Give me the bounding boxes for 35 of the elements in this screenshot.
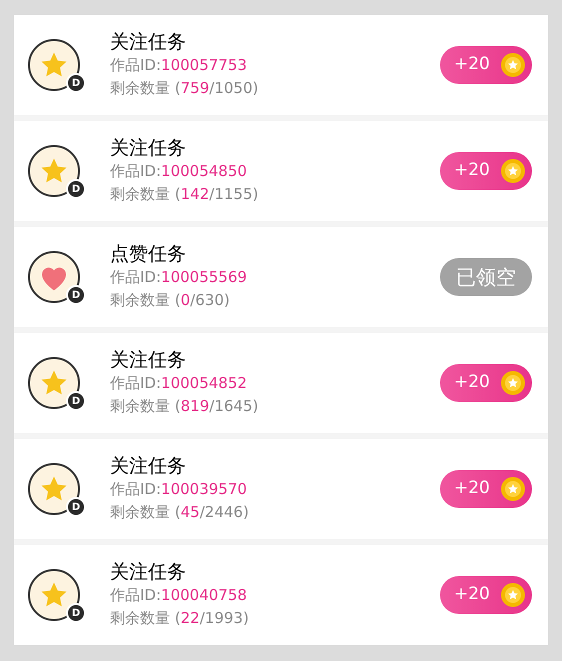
task-title: 关注任务 <box>110 348 187 372</box>
work-id: 作品ID:100039570 <box>110 478 248 500</box>
reward-button[interactable]: +20 <box>440 470 532 508</box>
work-id: 作品ID:100040758 <box>110 584 248 606</box>
coin-icon <box>500 158 526 184</box>
coin-icon <box>500 370 526 396</box>
work-id: 作品ID:100055569 <box>110 266 248 288</box>
work-id: 作品ID:100057753 <box>110 54 248 76</box>
reward-button[interactable]: +20 <box>440 576 532 614</box>
coin-icon <box>500 476 526 502</box>
work-id: 作品ID:100054852 <box>110 372 248 394</box>
coin-icon <box>500 582 526 608</box>
remaining-count: 剩余数量 (22/1993) <box>110 608 250 628</box>
remaining-count: 剩余数量 (759/1050) <box>110 78 260 98</box>
badge: D <box>66 391 86 411</box>
coin-icon <box>500 52 526 78</box>
badge: D <box>66 603 86 623</box>
reward-button[interactable]: +20 <box>440 364 532 402</box>
task-title: 关注任务 <box>110 30 187 54</box>
work-id: 作品ID:100054850 <box>110 160 248 182</box>
task-title: 关注任务 <box>110 454 187 478</box>
badge: D <box>66 179 86 199</box>
task-title: 点赞任务 <box>110 242 187 266</box>
task-title: 关注任务 <box>110 136 187 160</box>
reward-button[interactable]: +20 <box>440 152 532 190</box>
task-title: 关注任务 <box>110 560 187 584</box>
badge: D <box>66 497 86 517</box>
reward-button[interactable]: +20 <box>440 46 532 84</box>
remaining-count: 剩余数量 (0/630) <box>110 290 231 310</box>
badge: D <box>66 73 86 93</box>
remaining-count: 剩余数量 (45/2446) <box>110 502 250 522</box>
remaining-count: 剩余数量 (819/1645) <box>110 396 260 416</box>
remaining-count: 剩余数量 (142/1155) <box>110 184 260 204</box>
badge: D <box>66 285 86 305</box>
claimed-button[interactable]: 已领空 <box>440 258 532 296</box>
